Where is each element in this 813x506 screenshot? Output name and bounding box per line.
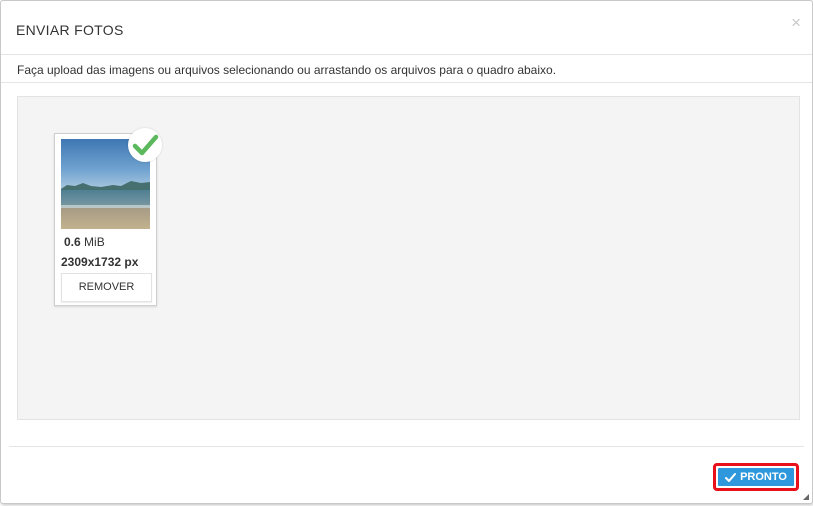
dialog-header: ENVIAR FOTOS × [1,1,812,55]
check-icon [725,472,737,482]
done-button-highlight: PRONTO [713,463,799,491]
check-icon [132,134,159,156]
close-icon[interactable]: × [791,14,801,31]
upload-instructions: Faça upload das imagens ou arquivos sele… [17,63,557,77]
upload-dropzone[interactable]: 0.6 MiB 2309x1732 px REMOVER [17,96,800,420]
footer-divider [9,446,804,447]
instructions-bar: Faça upload das imagens ou arquivos sele… [1,55,812,83]
file-size-value: 0.6 [64,235,81,249]
resize-grip-icon[interactable] [803,494,809,500]
dialog-title: ENVIAR FOTOS [16,22,124,38]
upload-success-badge [128,128,162,162]
remove-file-button[interactable]: REMOVER [61,273,152,302]
file-size: 0.6 MiB [64,235,105,249]
file-size-unit: MiB [84,235,105,249]
done-button-label: PRONTO [740,471,787,483]
upload-photos-dialog: ENVIAR FOTOS × Faça upload das imagens o… [0,0,813,504]
file-dimensions: 2309x1732 px [61,255,139,269]
file-preview-card: 0.6 MiB 2309x1732 px REMOVER [54,128,162,306]
done-button[interactable]: PRONTO [718,468,794,486]
